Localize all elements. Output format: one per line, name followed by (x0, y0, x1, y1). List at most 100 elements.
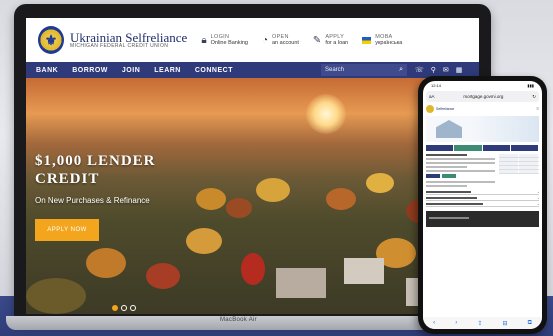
pen-icon: ✎ (312, 34, 322, 46)
phone-buttons (426, 174, 495, 178)
list-item[interactable]: + (426, 196, 539, 201)
header-link-sublabel: for a loan (325, 40, 349, 46)
slide-dot[interactable] (112, 305, 118, 311)
reload-icon[interactable]: ↻ (532, 94, 536, 100)
header-link-language[interactable]: МОВА українська (362, 34, 402, 47)
tree-decoration (86, 248, 126, 278)
phone-status-bar: 12:14 ▮▮▮ (423, 81, 542, 91)
tabs-icon[interactable]: ⧉ (528, 320, 532, 327)
phone-tab[interactable] (482, 145, 510, 151)
slide-indicators (112, 305, 139, 311)
phone-site-header: Selfreliance ☰ (426, 105, 539, 113)
mail-icon[interactable]: ✉ (443, 66, 449, 74)
nav-item-join[interactable]: JOIN (122, 67, 140, 74)
header-links: 🔒︎ LOGIN Online Banking ◔ OPEN an accoun… (201, 34, 416, 47)
phone-text-column (426, 154, 495, 189)
hero-title: $1,000 LENDER CREDIT (35, 153, 156, 187)
phone-browser-toolbar: ‹ › ⇪ ⊟ ⧉ (423, 317, 542, 329)
site-header: ⚜ Ukrainian Selfreliance MICHIGAN FEDERA… (26, 18, 479, 62)
location-icon[interactable]: ⚲ (431, 66, 436, 74)
tree-decoration (326, 188, 356, 210)
menu-icon[interactable]: ☰ (536, 107, 539, 111)
text-line (426, 162, 495, 164)
phone-time: 12:14 (431, 83, 442, 88)
logo-subtitle: MICHIGAN FEDERAL CREDIT UNION (70, 43, 169, 50)
text-line (426, 185, 468, 187)
header-link-open[interactable]: ◔ OPEN an account (262, 34, 299, 47)
search-placeholder: Search (325, 67, 345, 73)
header-link-sublabel: Online Banking (210, 40, 248, 46)
slide-dot[interactable] (130, 305, 136, 311)
hero-subtitle: On New Purchases & Refinance (35, 196, 150, 205)
phone-tab[interactable] (454, 145, 482, 151)
tree-decoration (366, 173, 394, 193)
phone-rate-table (499, 154, 539, 189)
search-input[interactable]: Search ⌕ (321, 64, 407, 76)
forward-icon[interactable]: › (455, 320, 457, 326)
phone-hero (426, 116, 539, 142)
phone-screen: 12:14 ▮▮▮ aA mortgage.govmi.org ↻ Selfre… (423, 81, 542, 329)
bookmarks-icon[interactable]: ⊟ (502, 320, 507, 327)
signal-icon: ▮▮▮ (527, 83, 534, 88)
lock-icon: 🔒︎ (201, 34, 207, 46)
phone-icon[interactable]: ☏ (415, 66, 424, 74)
phone-brand: Selfreliance (436, 107, 455, 111)
phone-url-bar[interactable]: aA mortgage.govmi.org ↻ (426, 91, 539, 102)
logo-title: Ukrainian Selfreliance (70, 29, 188, 45)
back-icon[interactable]: ‹ (433, 320, 435, 326)
nav-item-bank[interactable]: BANK (36, 67, 58, 74)
tree-decoration (256, 178, 290, 202)
table-row (499, 170, 539, 174)
list-item[interactable]: + (426, 190, 539, 195)
nav-item-connect[interactable]: CONNECT (195, 67, 233, 74)
phone-button[interactable] (426, 174, 440, 178)
text-line (426, 170, 495, 172)
slide-dot[interactable] (121, 305, 127, 311)
phone-button[interactable] (442, 174, 456, 178)
main-nav: BANK BORROW JOIN LEARN CONNECT Search ⌕ … (26, 62, 479, 78)
phone-url: mortgage.govmi.org (463, 94, 504, 99)
header-link-apply[interactable]: ✎ APPLY for a loan (313, 34, 348, 47)
sunset-sun (306, 94, 346, 134)
site-logo[interactable]: Ukrainian Selfreliance MICHIGAN FEDERAL … (70, 29, 188, 50)
list-item[interactable]: + (426, 202, 539, 207)
house-decoration (276, 268, 326, 298)
tree-decoration (226, 198, 252, 218)
text-line (426, 154, 468, 156)
nav-item-learn[interactable]: LEARN (154, 67, 181, 74)
phone-footer (426, 211, 539, 227)
search-icon[interactable]: ⌕ (399, 66, 403, 74)
tree-decoration (186, 228, 222, 254)
trident-icon (426, 105, 434, 113)
calendar-icon[interactable]: ▦ (456, 66, 463, 74)
tree-decoration (196, 188, 226, 210)
tree-decoration (26, 278, 86, 314)
text-line (426, 166, 468, 168)
phone-tabs (426, 145, 539, 151)
trident-icon[interactable]: ⚜ (38, 26, 64, 54)
laptop-screen: ⚜ Ukrainian Selfreliance MICHIGAN FEDERA… (26, 18, 479, 314)
nav-icons: ☏ ⚲ ✉ ▦ (415, 66, 469, 74)
laptop-model-label: MacBook Air (220, 317, 257, 323)
ukraine-flag-icon (362, 36, 372, 44)
text-line (426, 158, 495, 160)
house-icon (436, 120, 462, 138)
tree-decoration (241, 253, 265, 285)
header-link-sublabel: an account (272, 40, 299, 46)
font-size-icon[interactable]: aA (429, 94, 435, 99)
phone-content (426, 154, 539, 189)
piggy-bank-icon: ◔ (261, 34, 268, 46)
tree-decoration (146, 263, 180, 289)
phone-tab[interactable] (510, 145, 538, 151)
apply-now-button[interactable]: APPLY NOW (35, 219, 99, 241)
header-link-login[interactable]: 🔒︎ LOGIN Online Banking (201, 34, 248, 47)
hero-banner: $1,000 LENDER CREDIT On New Purchases & … (26, 78, 479, 314)
header-link-sublabel: українська (375, 40, 403, 46)
phone-tab[interactable] (426, 145, 454, 151)
share-icon[interactable]: ⇪ (477, 320, 482, 327)
nav-item-borrow[interactable]: BORROW (72, 67, 108, 74)
phone-site: Selfreliance ☰ + + + (423, 102, 542, 230)
phone-device: 12:14 ▮▮▮ aA mortgage.govmi.org ↻ Selfre… (418, 76, 547, 334)
text-line (429, 217, 469, 219)
house-decoration (344, 258, 384, 284)
